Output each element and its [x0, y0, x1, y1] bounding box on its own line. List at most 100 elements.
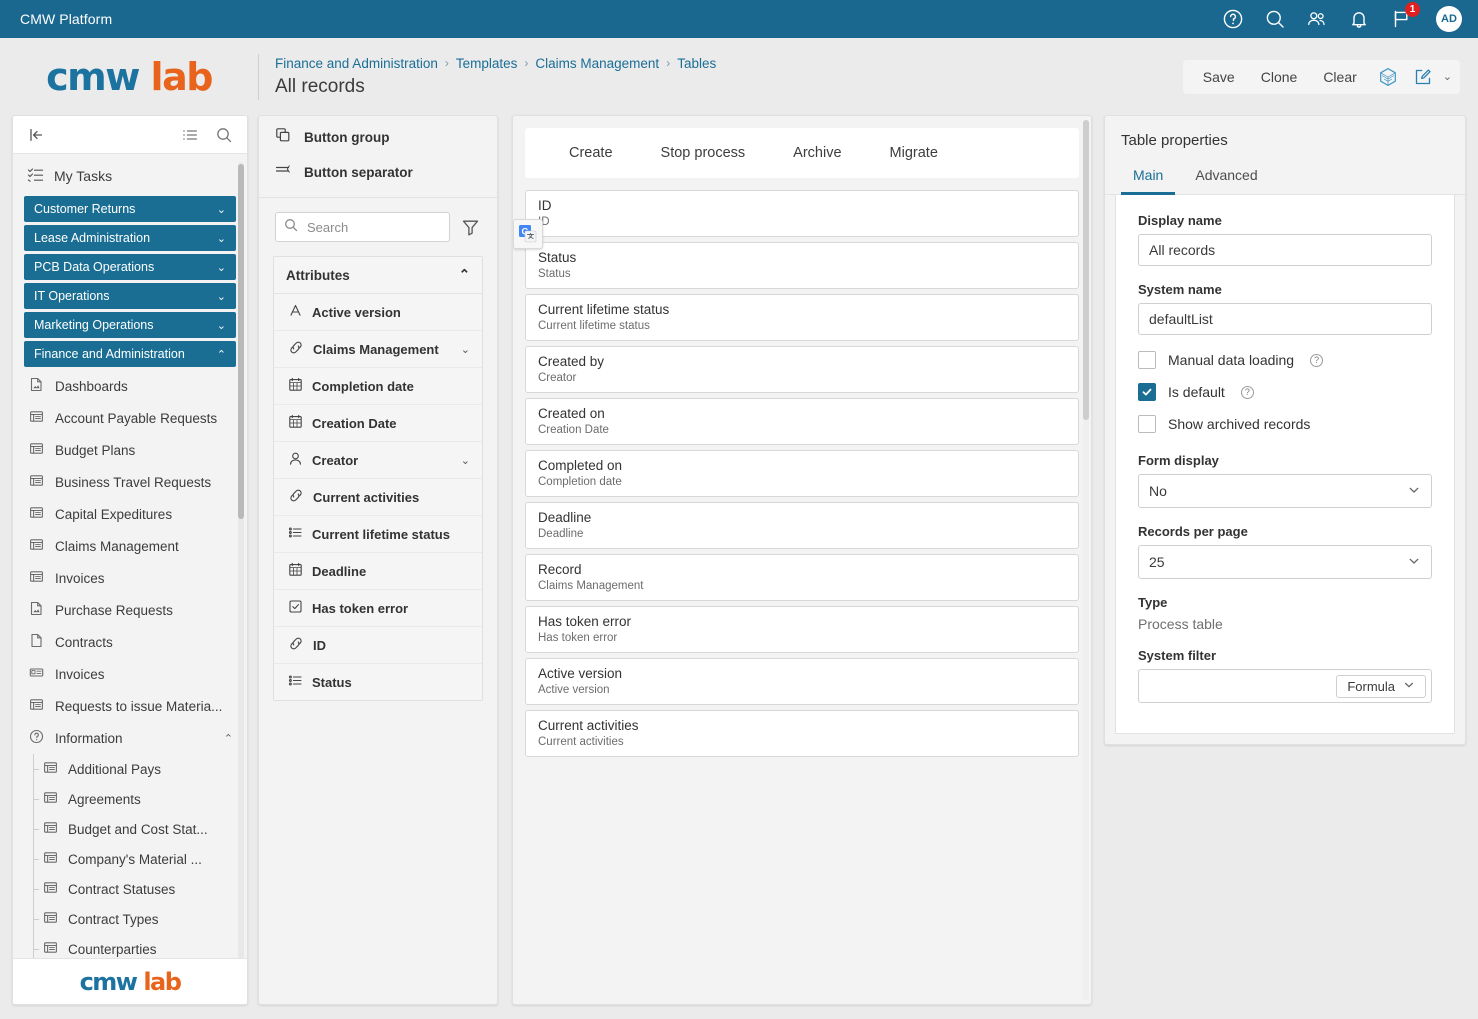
bell-icon[interactable]	[1348, 8, 1370, 30]
attribute-item-creator[interactable]: Creator ⌄	[274, 442, 482, 479]
avatar[interactable]: AD	[1436, 6, 1462, 32]
canvas-field-row[interactable]: Has token error Has token error	[525, 606, 1079, 653]
help-icon[interactable]: ?	[1240, 385, 1254, 399]
sidebar-item-business-travel-requests[interactable]: Business Travel Requests	[13, 466, 247, 498]
attributes-section-header[interactable]: Attributes ⌃	[274, 257, 482, 294]
help-icon[interactable]: ?	[1310, 353, 1324, 367]
sidebar-group-it-operations[interactable]: IT Operations ⌄	[24, 283, 236, 309]
button-group-item[interactable]: Button group	[259, 116, 497, 158]
brand-logo[interactable]: cmw lab	[0, 55, 258, 99]
clear-button[interactable]: Clear	[1311, 65, 1368, 89]
help-icon[interactable]	[1222, 8, 1244, 30]
tab-main[interactable]: Main	[1121, 161, 1176, 195]
canvas-scrollbar-thumb[interactable]	[1083, 120, 1089, 420]
clone-button[interactable]: Clone	[1249, 65, 1310, 89]
breadcrumb-item-0[interactable]: Finance and Administration	[275, 56, 438, 71]
form-display-select[interactable]: No	[1138, 474, 1432, 508]
search-input-wrapper[interactable]	[275, 212, 450, 242]
chevron-up-icon: ⌃	[216, 348, 226, 361]
canvas-field-row[interactable]: Created on Creation Date	[525, 398, 1079, 445]
list-icon[interactable]	[181, 126, 199, 144]
sidebar-item-purchase-requests[interactable]: Purchase Requests	[13, 594, 247, 626]
attribute-item-id[interactable]: ID	[274, 627, 482, 664]
canvas-field-row[interactable]: Completed on Completion date	[525, 450, 1079, 497]
search-input[interactable]	[305, 218, 441, 236]
sidebar-group-finance-and-administration[interactable]: Finance and Administration ⌃	[24, 341, 236, 367]
system-filter-input-wrapper[interactable]: Formula	[1138, 669, 1432, 703]
button-separator-item[interactable]: Button separator	[259, 158, 497, 193]
tab-advanced[interactable]: Advanced	[1183, 161, 1269, 195]
sidebar-group-customer-returns[interactable]: Customer Returns ⌄	[24, 196, 236, 222]
manual-data-loading-checkbox[interactable]	[1138, 351, 1156, 369]
canvas-field-row[interactable]: Status Status	[525, 242, 1079, 289]
chevron-down-icon[interactable]: ⌄	[1443, 70, 1452, 83]
canvas-button-archive[interactable]: Archive	[771, 139, 863, 167]
sidebar-item-account-payable-requests[interactable]: Account Payable Requests	[13, 402, 247, 434]
hexagon-icon[interactable]	[1371, 64, 1405, 90]
attribute-item-deadline[interactable]: Deadline	[274, 553, 482, 590]
search-icon[interactable]	[1264, 8, 1286, 30]
attribute-item-creation-date[interactable]: Creation Date	[274, 405, 482, 442]
sidebar-item-capital-expeditures[interactable]: Capital Expeditures	[13, 498, 247, 530]
save-button[interactable]: Save	[1191, 65, 1247, 89]
attribute-item-has-token-error[interactable]: Has token error	[274, 590, 482, 627]
attribute-item-status[interactable]: Status	[274, 664, 482, 700]
canvas-field-row[interactable]: ID ID	[525, 190, 1079, 237]
sidebar-subitem-agreements[interactable]: Agreements	[13, 784, 247, 814]
attribute-item-completion-date[interactable]: Completion date	[274, 368, 482, 405]
canvas-field-row[interactable]: Current activities Current activities	[525, 710, 1079, 757]
search-icon[interactable]	[215, 126, 233, 144]
sidebar-item-contracts[interactable]: Contracts	[13, 626, 247, 658]
sidebar-item-my-tasks[interactable]: My Tasks	[13, 160, 247, 196]
show-archived-records-row[interactable]: Show archived records	[1138, 415, 1432, 433]
sidebar-scrollbar-thumb[interactable]	[238, 164, 244, 519]
sidebar-subitem-contract-statuses[interactable]: Contract Statuses	[13, 874, 247, 904]
attribute-item-current-lifetime-status[interactable]: Current lifetime status	[274, 516, 482, 553]
breadcrumb-item-2[interactable]: Claims Management	[535, 56, 659, 71]
show-archived-records-checkbox[interactable]	[1138, 415, 1156, 433]
canvas-button-create[interactable]: Create	[547, 139, 635, 167]
canvas-field-row[interactable]: Record Claims Management	[525, 554, 1079, 601]
logo-text-primary: cmw	[79, 967, 138, 996]
sidebar-subitem-counterparties[interactable]: Counterparties	[13, 934, 247, 958]
canvas-button-stop-process[interactable]: Stop process	[639, 139, 768, 167]
attribute-item-claims-management[interactable]: Claims Management ⌄	[274, 331, 482, 368]
canvas-button-migrate[interactable]: Migrate	[868, 139, 960, 167]
sidebar-group-pcb-data-operations[interactable]: PCB Data Operations ⌄	[24, 254, 236, 280]
sidebar-group-lease-administration[interactable]: Lease Administration ⌄	[24, 225, 236, 251]
canvas-field-row[interactable]: Active version Active version	[525, 658, 1079, 705]
funnel-filter-icon[interactable]	[460, 217, 481, 238]
sidebar-group-marketing-operations[interactable]: Marketing Operations ⌄	[24, 312, 236, 338]
users-icon[interactable]	[1306, 8, 1328, 30]
display-name-input[interactable]	[1138, 234, 1432, 266]
system-name-input[interactable]	[1138, 303, 1432, 335]
link-icon	[288, 340, 304, 358]
canvas-field-row[interactable]: Deadline Deadline	[525, 502, 1079, 549]
sidebar-group-information[interactable]: Information ⌃	[13, 722, 247, 754]
collapse-left-icon[interactable]	[27, 126, 45, 144]
sidebar-subitem-budget-and-cost-statements[interactable]: Budget and Cost Stat...	[13, 814, 247, 844]
formula-button[interactable]: Formula	[1336, 674, 1426, 698]
sidebar-item-dashboards[interactable]: Dashboards	[13, 370, 247, 402]
is-default-row[interactable]: Is default ?	[1138, 383, 1432, 401]
is-default-checkbox[interactable]	[1138, 383, 1156, 401]
attribute-item-current-activities[interactable]: Current activities	[274, 479, 482, 516]
attribute-item-active-version[interactable]: Active version	[274, 294, 482, 331]
canvas-field-row[interactable]: Created by Creator	[525, 346, 1079, 393]
sidebar-item-budget-plans[interactable]: Budget Plans	[13, 434, 247, 466]
sidebar-item-invoices[interactable]: Invoices	[13, 562, 247, 594]
sidebar-item-claims-management[interactable]: Claims Management	[13, 530, 247, 562]
manual-data-loading-row[interactable]: Manual data loading ?	[1138, 351, 1432, 369]
sidebar-subitem-contract-types[interactable]: Contract Types	[13, 904, 247, 934]
google-translate-icon[interactable]: G	[513, 219, 543, 249]
breadcrumb-item-1[interactable]: Templates	[456, 56, 518, 71]
breadcrumb-item-3[interactable]: Tables	[677, 56, 716, 71]
canvas-field-row[interactable]: Current lifetime status Current lifetime…	[525, 294, 1079, 341]
sidebar-subitem-additional-pays[interactable]: Additional Pays	[13, 754, 247, 784]
sidebar-item-requests-to-issue-materials[interactable]: Requests to issue Materia...	[13, 690, 247, 722]
sidebar-subitem-companys-material[interactable]: Company's Material ...	[13, 844, 247, 874]
flag-icon[interactable]: 1	[1390, 2, 1420, 30]
sidebar-item-invoices-card[interactable]: Invoices	[13, 658, 247, 690]
records-per-page-select[interactable]: 25	[1138, 545, 1432, 579]
edit-pencil-icon[interactable]	[1407, 65, 1439, 89]
